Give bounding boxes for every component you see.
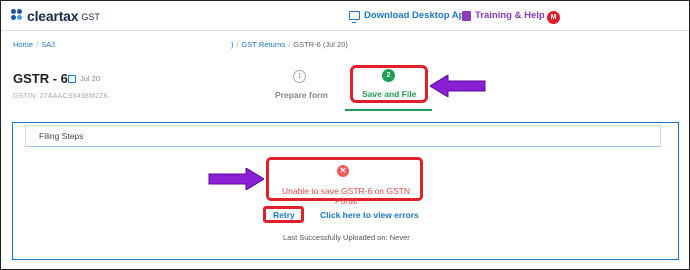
highlight-box-save-step xyxy=(350,65,428,103)
logo-text: cleartax xyxy=(27,8,79,24)
filing-steps-card: Filing Steps xyxy=(25,125,661,147)
step-1-number[interactable]: 1 xyxy=(293,70,306,83)
calendar-icon xyxy=(68,75,76,83)
page-title: GSTR - 6 xyxy=(13,71,68,86)
view-errors-link[interactable]: Click here to view errors xyxy=(320,210,419,220)
training-help-label: Training & Help xyxy=(475,10,545,21)
breadcrumb-company-suffix: ) xyxy=(230,40,234,49)
breadcrumb-home[interactable]: Home xyxy=(13,40,33,49)
book-icon xyxy=(462,10,471,21)
active-step-underline xyxy=(345,109,432,111)
logo-suffix: GST xyxy=(81,12,100,22)
user-avatar[interactable]: M xyxy=(547,11,560,24)
top-nav-bar: cleartax GST Download Desktop App Traini… xyxy=(1,1,689,31)
return-period: Jul 20 xyxy=(80,74,101,83)
purple-arrow-right-icon xyxy=(208,168,264,190)
filing-steps-title: Filing Steps xyxy=(39,131,84,141)
error-close-icon: ✕ xyxy=(337,165,349,177)
breadcrumb-gst-returns[interactable]: GST Returns xyxy=(242,40,286,49)
error-message: Unable to save GSTR-6 on GSTN Portal xyxy=(281,186,411,206)
gstin-label: GSTIN: 27AAACS6498M2ZK xyxy=(13,93,109,100)
breadcrumb-current: GSTR-6 (Jul 20) xyxy=(293,40,348,49)
logo-mark-icon xyxy=(11,9,23,23)
monitor-icon xyxy=(349,11,360,23)
download-desktop-app-label: Download Desktop App xyxy=(364,10,471,21)
purple-arrow-left-icon xyxy=(430,75,486,97)
cleartax-logo[interactable]: cleartax GST xyxy=(11,8,100,24)
last-uploaded-status: Last Successfully Uploaded on: Never xyxy=(283,233,410,242)
download-desktop-app-link[interactable]: Download Desktop App xyxy=(349,10,471,23)
breadcrumb-company[interactable]: SAJ. xyxy=(41,40,57,49)
breadcrumb: Home / SAJ.) / GST Returns / GSTR-6 (Jul 20) xyxy=(13,40,348,49)
training-help-menu[interactable]: Training & Help ▼ xyxy=(462,10,555,21)
retry-button[interactable]: Retry xyxy=(273,210,295,220)
step-prepare-form[interactable]: Prepare form xyxy=(275,90,328,100)
